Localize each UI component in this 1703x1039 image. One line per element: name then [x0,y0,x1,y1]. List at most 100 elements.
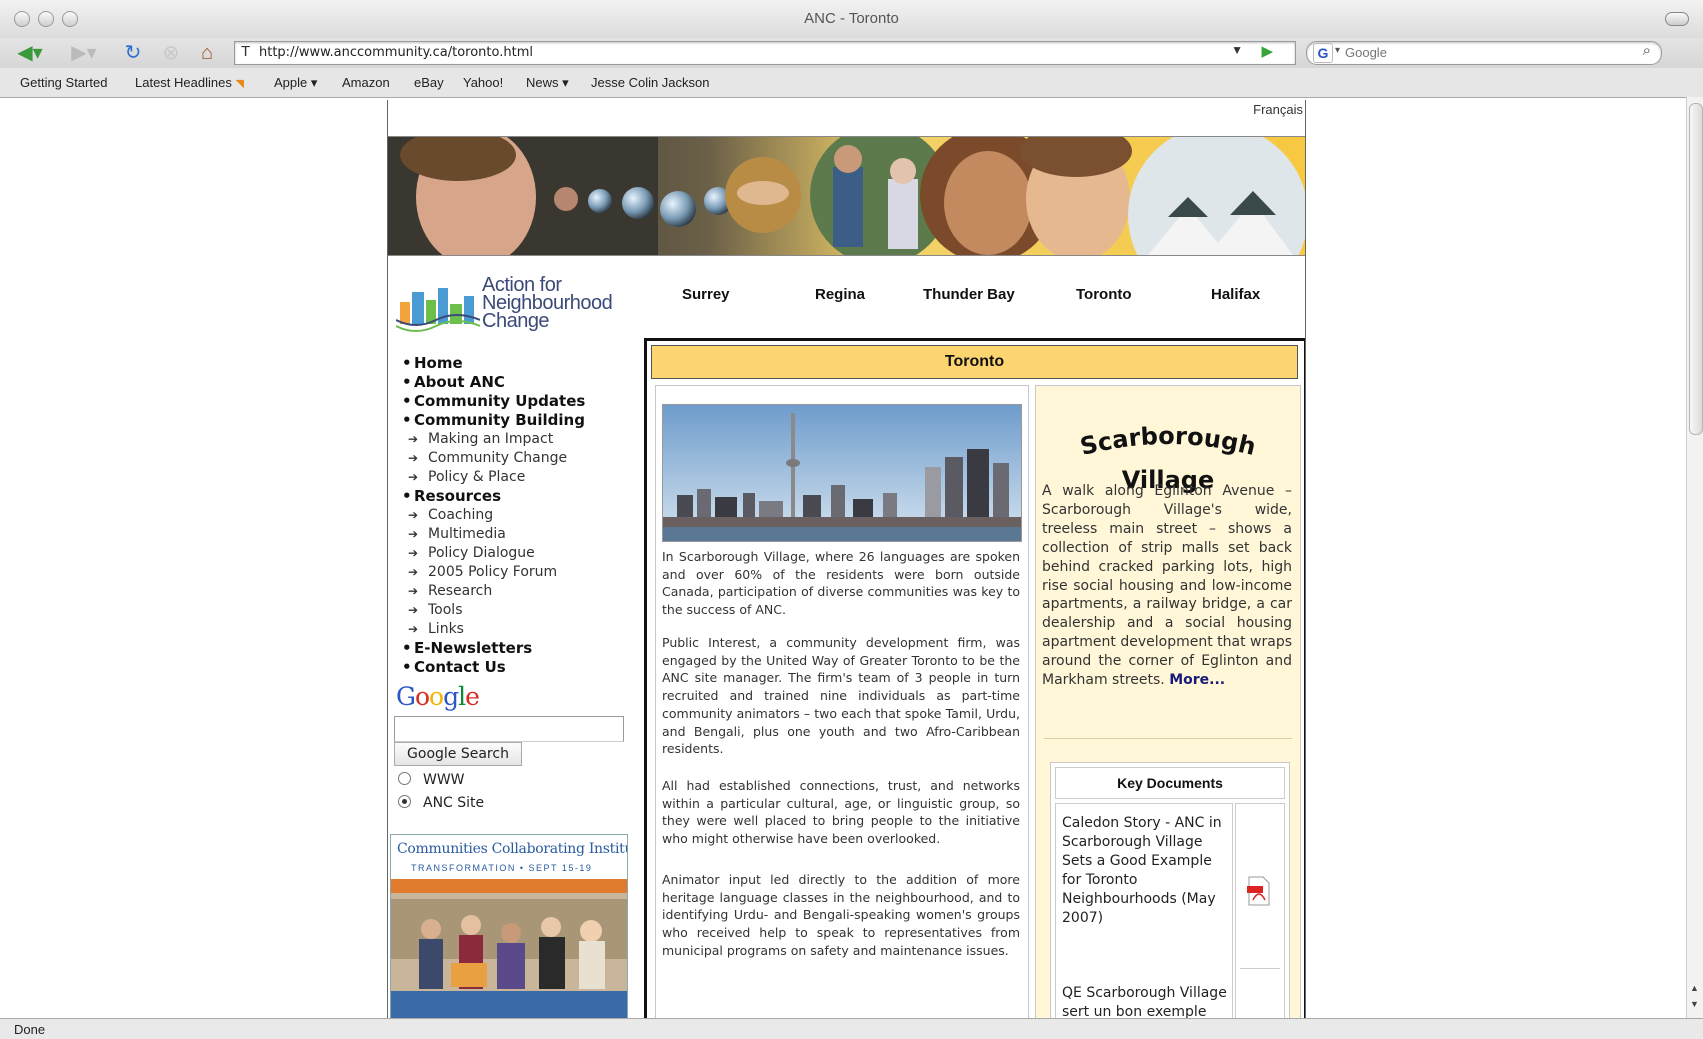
google-search-button[interactable]: Google Search [394,742,522,766]
nav-subitem-policy-dialogue[interactable]: ➔ Policy Dialogue [402,544,585,563]
city-nav-toronto[interactable]: Toronto [1076,286,1132,303]
bookmark-ebay[interactable]: eBay [414,75,444,90]
article-paragraph-1: In Scarborough Village, where 26 languag… [662,549,1020,618]
skyline-graphic [663,405,1021,541]
address-bar[interactable]: T ▼ ▶ [234,41,1296,65]
search-bar[interactable]: G ▾ ⌕ [1306,41,1662,65]
nav-item-resources[interactable]: • Resources [402,487,585,506]
nav-item-about-anc[interactable]: • About ANC [402,373,585,392]
radio-option-anc-site[interactable]: ANC Site [398,795,484,811]
back-arrow-icon: ◀▾ [17,42,43,64]
radio-www[interactable] [398,772,411,785]
scroll-down-arrow-icon[interactable]: ▼ [1690,999,1699,1009]
search-engine-icon[interactable]: G [1313,43,1333,63]
arrow-right-icon: ➔ [408,584,419,598]
url-input[interactable] [259,43,1219,62]
search-input[interactable] [1345,44,1615,61]
google-search-input[interactable] [394,716,624,742]
bookmark-news[interactable]: News ▾ [526,75,569,91]
go-button[interactable]: ▶ [1261,42,1273,60]
back-button[interactable]: ◀▾ [10,40,50,66]
bookmarks-toolbar: Getting Started Latest Headlines ◥ Apple… [0,68,1703,98]
web-page: Français Action for Neighbourhood Change… [387,100,1306,1018]
arrow-right-icon: ➔ [408,451,419,465]
arrow-right-icon: ➔ [408,527,419,541]
bullet-icon: • [402,411,412,429]
arrow-right-icon: ➔ [408,546,419,560]
main-content-box: Toronto In Scarborough Village, where 26… [644,338,1305,1018]
bullet-icon: • [402,639,412,657]
nav-item-e-newsletters[interactable]: • E-Newsletters [402,639,585,658]
arrow-right-icon: ➔ [408,565,419,579]
article-paragraph-4: Animator input led directly to the addit… [662,872,1020,958]
bookmark-getting-started[interactable]: Getting Started [20,75,107,90]
francais-link[interactable]: Français [1253,102,1303,117]
toolbar-toggle-button[interactable] [1665,12,1689,26]
nav-subitem-2005-policy-forum[interactable]: ➔ 2005 Policy Forum [402,563,585,582]
home-button[interactable]: ⌂ [192,40,222,66]
forward-arrow-icon: ▶▾ [71,42,97,64]
bookmark-latest-headlines[interactable]: Latest Headlines ◥ [135,75,244,90]
bookmark-amazon[interactable]: Amazon [342,75,390,90]
nav-subitem-policy-place[interactable]: ➔ Policy & Place [402,468,585,487]
nav-item-community-building[interactable]: • Community Building [402,411,585,430]
city-nav-regina[interactable]: Regina [815,286,865,303]
stop-button[interactable]: ⊗ [156,40,186,66]
document-link-caledon-story[interactable]: Caledon Story - ANC in Scarborough Villa… [1062,814,1228,928]
magnifier-icon[interactable]: ⌕ [1643,42,1651,59]
window-title: ANC - Toronto [804,10,899,27]
status-text: Done [14,1022,46,1037]
radio-anc-site[interactable] [398,795,411,808]
city-nav-halifax[interactable]: Halifax [1211,286,1260,303]
arrow-right-icon: ➔ [408,432,419,446]
bookmark-apple[interactable]: Apple ▾ [274,75,317,91]
engine-dropdown-icon[interactable]: ▾ [1335,45,1340,56]
city-nav-thunder-bay[interactable]: Thunder Bay [923,286,1015,303]
bullet-icon: • [402,354,412,372]
pdf-icon[interactable] [1247,876,1271,906]
city-skyline-logo-icon [396,288,480,332]
promo-subtitle: TRANSFORMATION • SEPT 15-19 [411,863,593,873]
article-paragraph-2: Public Interest, a community development… [662,635,1020,757]
radio-option-www[interactable]: WWW [398,772,465,788]
key-documents-box: Key Documents Caledon Story - ANC in Sca… [1050,762,1290,1018]
nav-subitem-links[interactable]: ➔ Links [402,620,585,639]
nav-subitem-multimedia[interactable]: ➔ Multimedia [402,525,585,544]
scrollbar-thumb[interactable] [1689,103,1703,435]
nav-subitem-making-an-impact[interactable]: ➔ Making an Impact [402,430,585,449]
bullet-icon: • [402,658,412,676]
sidebar-divider [1044,738,1292,739]
bookmark-yahoo[interactable]: Yahoo! [463,75,503,90]
communities-collaborating-institute-banner[interactable]: Communities Collaborating Institute TRAN… [390,834,628,1018]
banner-collage-graphic [388,137,1305,255]
more-link[interactable]: More... [1169,672,1225,688]
bookmark-jesse-colin-jackson[interactable]: Jesse Colin Jackson [591,75,710,90]
forward-button[interactable]: ▶▾ [64,40,104,66]
url-history-dropdown-icon[interactable]: ▼ [1231,43,1243,57]
nav-item-contact-us[interactable]: • Contact Us [402,658,585,677]
status-bar: Done [0,1018,1703,1039]
nav-item-home[interactable]: • Home [402,354,585,373]
anc-logo[interactable]: Action for Neighbourhood Change [396,275,636,336]
promo-photo [391,879,627,1018]
document-separator [1240,968,1280,969]
scroll-up-arrow-icon[interactable]: ▲ [1690,983,1699,993]
bullet-icon: • [402,373,412,391]
nav-subitem-community-change[interactable]: ➔ Community Change [402,449,585,468]
scarborough-village-description: A walk along Eglinton Avenue – Scarborou… [1042,483,1293,689]
arrow-right-icon: ➔ [408,470,419,484]
nav-subitem-coaching[interactable]: ➔ Coaching [402,506,585,525]
window-titlebar: ANC - Toronto [0,0,1703,38]
google-logo: Google [396,682,480,711]
city-nav-surrey[interactable]: Surrey [682,286,730,303]
article-paragraph-3: All had established connections, trust, … [662,778,1020,847]
reload-button[interactable]: ↻ [118,40,148,66]
vertical-scrollbar[interactable]: ▲ ▼ [1686,97,1703,1018]
nav-subitem-research[interactable]: ➔ Research [402,582,585,601]
nav-subitem-tools[interactable]: ➔ Tools [402,601,585,620]
key-documents-heading: Key Documents [1055,767,1285,799]
promo-title: Communities Collaborating Institute [397,841,628,857]
document-link-qe-scarborough[interactable]: QE Scarborough Village sert un bon exemp… [1062,984,1228,1018]
reload-icon: ↻ [124,42,142,64]
nav-item-community-updates[interactable]: • Community Updates [402,392,585,411]
